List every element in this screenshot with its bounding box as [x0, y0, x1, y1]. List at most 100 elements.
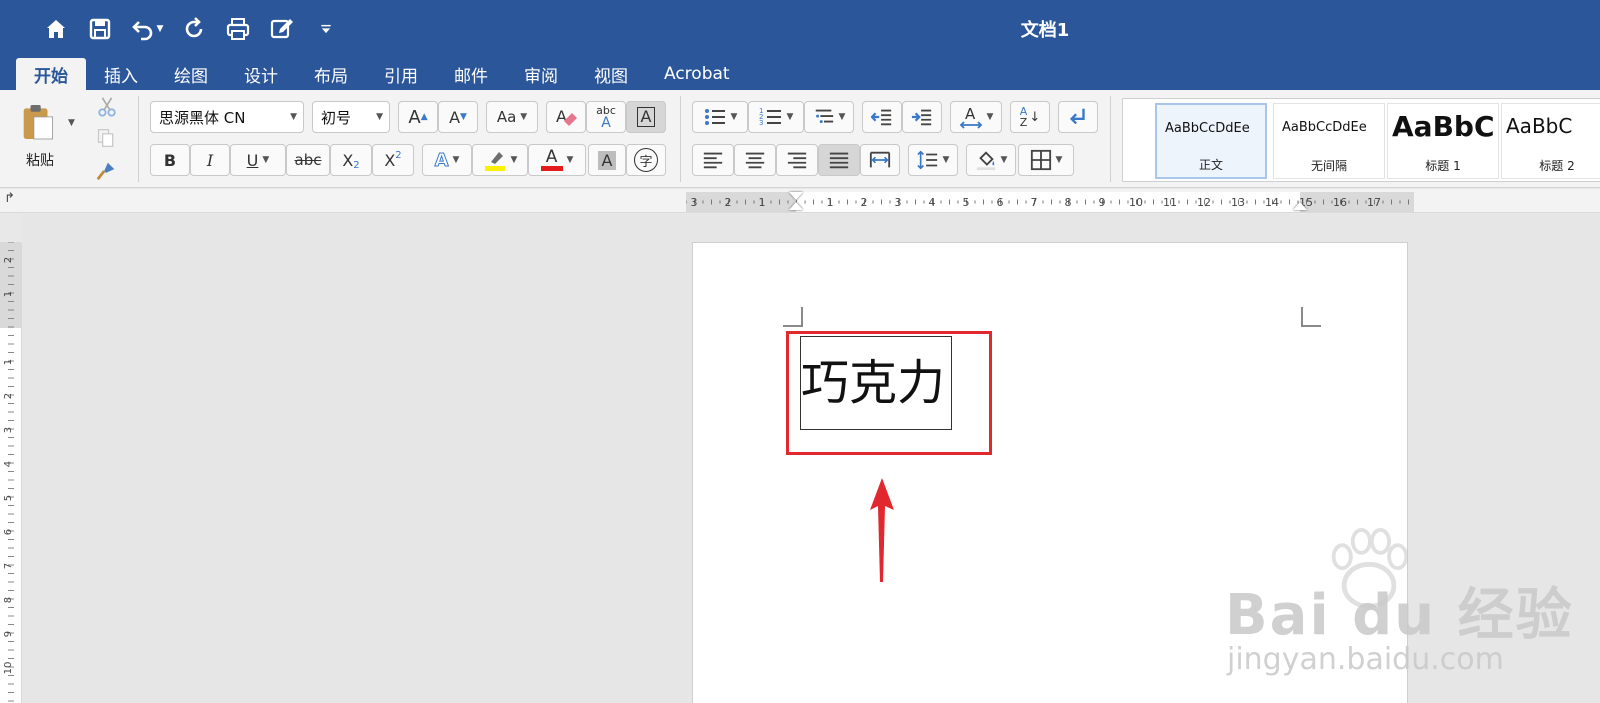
- tab-view[interactable]: 视图: [576, 58, 646, 90]
- tab-references[interactable]: 引用: [366, 58, 436, 90]
- right-indent-marker[interactable]: [1293, 202, 1307, 210]
- superscript-button[interactable]: X2: [372, 144, 414, 176]
- font-color-button[interactable]: A ▼: [528, 144, 586, 176]
- ribbon-separator: [138, 96, 139, 182]
- borders-button[interactable]: ▼: [1018, 144, 1074, 176]
- paragraph-marks-button[interactable]: [1058, 101, 1098, 133]
- ruler-label: 2: [861, 196, 868, 209]
- ribbon: ▼ 粘贴 思源黑体 CN ▼ 初号 ▼ A ▲ A ▼ Aa ▼ A abc A…: [0, 90, 1600, 188]
- strikethrough-button[interactable]: abc: [286, 144, 330, 176]
- style-normal[interactable]: AaBbCcDdEe 正文: [1155, 103, 1267, 179]
- italic-button[interactable]: I: [190, 144, 230, 176]
- increase-indent-button[interactable]: [902, 101, 942, 133]
- chevron-down-icon: ▼: [566, 155, 574, 165]
- ruler-label: 14: [1265, 196, 1279, 209]
- styles-gallery: AaBbCcDdEe 正文 AaBbCcDdEe 无间隔 AaBbC 标题 1 …: [1122, 98, 1600, 182]
- chevron-down-icon: ▼: [520, 112, 528, 122]
- decrease-indent-button[interactable]: [862, 101, 902, 133]
- margin-corner-mark: [1301, 307, 1321, 327]
- tab-acrobat[interactable]: Acrobat: [646, 58, 748, 90]
- distributed-button[interactable]: [860, 144, 900, 176]
- ruler-label: 6: [997, 196, 1004, 209]
- chevron-down-icon[interactable]: ▼: [68, 118, 75, 128]
- copy-icon[interactable]: [96, 128, 116, 148]
- eraser-icon: A: [556, 107, 577, 126]
- align-center-button[interactable]: [734, 144, 776, 176]
- horizontal-ruler[interactable]: 3 2 1 1 2 3 4 5 6 7 8 9 10 11 12 13 14 15 16 17: [686, 192, 1414, 212]
- sort-button[interactable]: A Z ↓: [1010, 101, 1050, 133]
- character-shading-button[interactable]: A: [588, 144, 626, 176]
- paste-button[interactable]: ▼: [18, 98, 78, 148]
- justify-button[interactable]: [818, 144, 860, 176]
- align-right-button[interactable]: [776, 144, 818, 176]
- chevron-down-icon: ▼: [1055, 155, 1063, 165]
- highlight-color-button[interactable]: ▼: [472, 144, 528, 176]
- shading-button[interactable]: ▼: [966, 144, 1016, 176]
- numbered-list-icon: 123: [759, 107, 781, 127]
- subscript-button[interactable]: X2: [330, 144, 372, 176]
- grow-font-button[interactable]: A ▲: [398, 101, 438, 133]
- numbering-button[interactable]: 123 ▼: [748, 101, 804, 133]
- ruler-label: 9: [1099, 196, 1106, 209]
- multilevel-list-button[interactable]: ▼: [804, 101, 854, 133]
- first-line-indent-marker[interactable]: [789, 192, 803, 200]
- format-painter-icon[interactable]: [94, 160, 118, 182]
- ribbon-tabs: 开始 插入 绘图 设计 布局 引用 邮件 审阅 视图 Acrobat: [0, 58, 1600, 90]
- text-direction-button[interactable]: A ▼: [950, 101, 1002, 133]
- bulleted-list-icon: [704, 109, 725, 125]
- arrow-up-icon: ▲: [420, 112, 428, 122]
- font-name-value: 思源黑体 CN: [159, 108, 246, 127]
- borders-icon: [1030, 149, 1051, 171]
- align-left-button[interactable]: [692, 144, 734, 176]
- hanging-indent-marker[interactable]: [789, 202, 803, 210]
- font-size-dropdown[interactable]: 初号 ▼: [312, 101, 390, 133]
- vertical-ruler[interactable]: 2 1 1 2 3 4 5 6 7 8 9 10: [0, 242, 22, 703]
- ruler-label: 2: [725, 196, 732, 209]
- style-no-spacing[interactable]: AaBbCcDdEe 无间隔: [1273, 103, 1385, 179]
- multilevel-list-icon: [815, 109, 833, 124]
- chevron-down-icon: ▼: [510, 155, 518, 165]
- tab-insert[interactable]: 插入: [86, 58, 156, 90]
- bold-button[interactable]: B: [150, 144, 190, 176]
- tab-stop-selector-icon[interactable]: ↱: [4, 191, 15, 206]
- ruler-label: 7: [1031, 196, 1038, 209]
- line-spacing-button[interactable]: ▼: [908, 144, 958, 176]
- cut-icon[interactable]: [96, 96, 118, 118]
- align-left-icon: [703, 152, 723, 169]
- tab-review[interactable]: 审阅: [506, 58, 576, 90]
- chevron-down-icon: ▼: [452, 155, 460, 165]
- ruler-label: 4: [929, 196, 936, 209]
- svg-text:A: A: [556, 107, 567, 126]
- tab-layout[interactable]: 布局: [296, 58, 366, 90]
- chevron-down-icon: ▼: [942, 155, 950, 165]
- enclose-characters-button[interactable]: 字: [626, 144, 666, 176]
- style-heading-2[interactable]: AaBbC 标题 2: [1501, 103, 1600, 179]
- style-heading-1[interactable]: AaBbC 标题 1: [1387, 103, 1499, 179]
- ruler-label: 17: [1367, 196, 1381, 209]
- ruler-label: 13: [1231, 196, 1245, 209]
- tab-mailings[interactable]: 邮件: [436, 58, 506, 90]
- text-direction-icon: A: [959, 105, 982, 129]
- ruler-label: 1: [827, 196, 834, 209]
- shrink-font-button[interactable]: A ▼: [438, 101, 478, 133]
- clear-formatting-button[interactable]: A: [546, 101, 586, 133]
- ruler-label: 10: [1129, 196, 1143, 209]
- ruler-label: 6: [3, 529, 14, 535]
- tab-draw[interactable]: 绘图: [156, 58, 226, 90]
- word-app: ▼ 文档1 开始 插入 绘图 设计 布局 引用 邮件 审阅 视图 Acrobat: [0, 0, 1600, 703]
- underline-button[interactable]: U ▼: [230, 144, 286, 176]
- tab-design[interactable]: 设计: [226, 58, 296, 90]
- outdent-icon: [871, 109, 892, 126]
- tab-home[interactable]: 开始: [16, 58, 86, 90]
- ruler-label: 1: [3, 359, 14, 365]
- font-name-dropdown[interactable]: 思源黑体 CN ▼: [150, 101, 304, 133]
- phonetic-guide-button[interactable]: abc A: [586, 101, 626, 133]
- character-border-button[interactable]: A: [626, 101, 666, 133]
- title-bar: ▼ 文档1: [0, 0, 1600, 58]
- change-case-button[interactable]: Aa ▼: [486, 101, 538, 133]
- ruler-label: 3: [691, 196, 698, 209]
- ribbon-separator: [1110, 96, 1111, 182]
- bullets-button[interactable]: ▼: [692, 101, 748, 133]
- chevron-down-icon: ▼: [376, 112, 383, 122]
- text-effects-button[interactable]: A ▼: [422, 144, 472, 176]
